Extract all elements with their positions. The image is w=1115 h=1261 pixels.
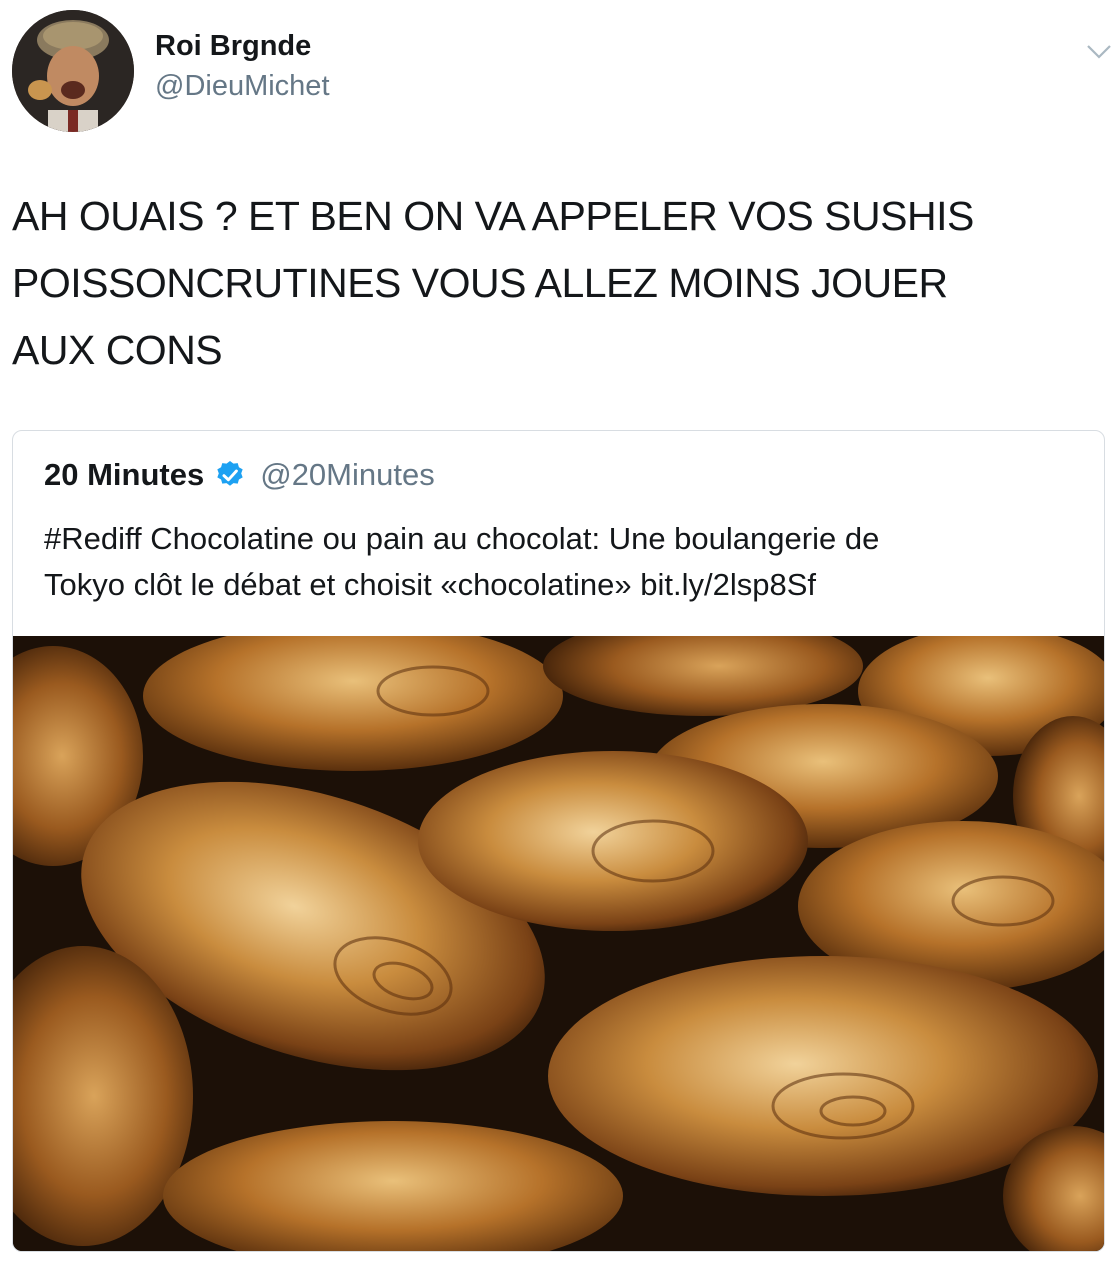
quoted-tweet-image[interactable] (13, 636, 1104, 1251)
quoted-text-line: #Rediff Chocolatine ou pain au chocolat:… (44, 521, 880, 556)
verified-badge-icon (217, 461, 243, 486)
profile-photo (12, 10, 134, 132)
author-display-name[interactable]: Roi Brgnde (155, 30, 311, 63)
pastries-photo (13, 636, 1104, 1251)
tweet-text-line: POISSONCRUTINES VOUS ALLEZ MOINS JOUER (12, 260, 948, 306)
quoted-tweet-text: #Rediff Chocolatine ou pain au chocolat:… (44, 516, 1084, 608)
quoted-handle: @20Minutes (260, 457, 435, 492)
chevron-down-icon[interactable] (1084, 40, 1114, 62)
quoted-text-line: Tokyo clôt le débat et choisit «chocolat… (44, 567, 817, 602)
avatar[interactable] (12, 10, 134, 132)
quoted-tweet-card[interactable]: 20 Minutes @20Minutes #Rediff Chocolatin… (12, 430, 1105, 1252)
tweet-text: AH OUAIS ? ET BEN ON VA APPELER VOS SUSH… (12, 183, 1102, 384)
quoted-display-name: 20 Minutes (44, 457, 205, 492)
tweet-text-line: AUX CONS (12, 327, 223, 373)
quoted-tweet-header: 20 Minutes @20Minutes (44, 457, 435, 493)
tweet-text-line: AH OUAIS ? ET BEN ON VA APPELER VOS SUSH… (12, 193, 974, 239)
tweet: Roi Brgnde @DieuMichet AH OUAIS ? ET BEN… (0, 0, 1115, 1261)
author-handle[interactable]: @DieuMichet (155, 70, 330, 103)
